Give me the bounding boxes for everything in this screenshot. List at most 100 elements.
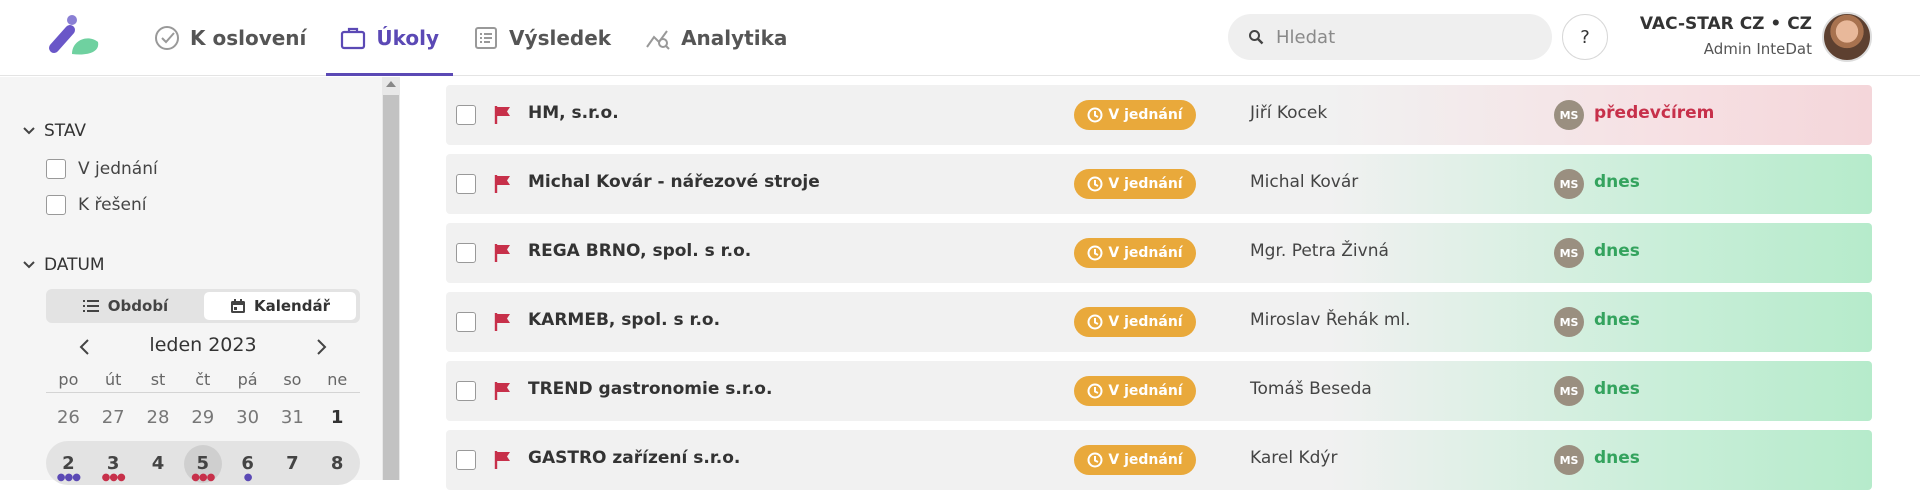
clock-icon [1087,245,1103,261]
calendar-day[interactable]: 30 [225,407,270,428]
task-company[interactable]: TREND gastronomie s.r.o. [528,379,772,399]
task-row[interactable]: GASTRO zařízení s.r.o. V jednání Karel K… [446,430,1872,490]
task-row[interactable]: HM, s.r.o. V jednání Jiří Kocek MS přede… [446,85,1872,145]
status-badge: V jednání [1074,445,1196,475]
task-company[interactable]: GASTRO zařízení s.r.o. [528,448,740,468]
event-dots: ●●● [191,471,215,483]
weekday-row: po út st čt pá so ne [46,367,360,393]
row-checkbox[interactable] [456,174,476,194]
task-row[interactable]: TREND gastronomie s.r.o. V jednání Tomáš… [446,361,1872,421]
search-input[interactable] [1276,26,1536,48]
toggle-label: Kalendář [254,297,330,315]
calendar-week: 26 27 28 29 30 31 1 [46,393,360,441]
owner-avatar: MS [1554,307,1584,337]
task-company[interactable]: Michal Kovár - nářezové stroje [528,172,820,192]
task-row[interactable]: Michal Kovár - nářezové stroje V jednání… [446,154,1872,214]
status-label: V jednání [1108,245,1183,261]
list-icon [82,300,99,312]
owner-avatar: MS [1554,100,1584,130]
task-company[interactable]: KARMEB, spol. s r.o. [528,310,720,330]
weekday-label: pá [237,370,258,389]
search-box[interactable] [1228,14,1552,60]
section-title-stav: STAV [44,121,87,141]
checkbox[interactable] [46,159,66,179]
user-info[interactable]: VAC-STAR CZ • CZ Admin InteDat [1640,14,1812,58]
help-button[interactable]: ? [1562,14,1608,60]
calendar-day[interactable]: 3 ●●● [91,452,136,483]
day-number: 6 [241,452,254,474]
clock-icon [1087,452,1103,468]
status-badge: V jednání [1074,238,1196,268]
checkbox[interactable] [46,195,66,215]
calendar-week-selected: 2 ●●● 3 ●●● 4 5 ●●● 6 ● 7 8 [46,441,360,485]
filter-k-reseni[interactable]: K řešení [46,195,146,215]
event-dots: ●●● [101,471,126,483]
calendar-day[interactable]: 29 [180,407,225,428]
row-checkbox[interactable] [456,312,476,332]
calendar-day[interactable]: 31 [270,407,315,428]
weekday-label: čt [195,370,211,389]
calendar-day[interactable]: 27 [91,407,136,428]
calendar-day[interactable]: 8 [315,453,360,474]
weekday-label: po [58,370,79,389]
event-dots: ● [243,471,253,483]
nav-vysledek[interactable]: Výsledek [459,0,625,76]
task-row[interactable]: KARMEB, spol. s r.o. V jednání Miroslav … [446,292,1872,352]
sidebar-scrollbar[interactable] [382,77,400,480]
chevron-right-icon[interactable] [314,338,328,356]
calendar-day[interactable]: 26 [46,407,91,428]
flag-icon [494,382,510,400]
task-list: HM, s.r.o. V jednání Jiří Kocek MS přede… [400,77,1920,490]
calendar-day[interactable]: 7 [270,453,315,474]
list-icon [475,27,498,49]
weekday-label: ne [327,370,348,389]
weekday-label: so [283,370,302,389]
owner-avatar: MS [1554,376,1584,406]
app-logo[interactable] [48,14,104,60]
scroll-up-arrow-icon[interactable] [386,81,396,87]
status-label: V jednání [1108,176,1183,192]
nav-k-osloveni[interactable]: K oslovení [140,0,320,76]
task-contact: Jiří Kocek [1250,103,1328,123]
calendar-day[interactable]: 4 [136,453,181,474]
stav-section-toggle[interactable]: STAV [22,121,86,141]
analytics-icon [646,30,670,50]
task-contact: Tomáš Beseda [1250,379,1372,399]
task-company[interactable]: REGA BRNO, spol. s r.o. [528,241,751,261]
status-label: V jednání [1108,314,1183,330]
calendar-day[interactable]: 6 ● [225,452,270,483]
nav-label: K oslovení [190,26,307,50]
flag-icon [494,244,510,262]
task-due: dnes [1594,241,1640,261]
toggle-label: Období [107,297,169,315]
row-checkbox[interactable] [456,105,476,125]
row-checkbox[interactable] [456,381,476,401]
status-badge: V jednání [1074,100,1196,130]
calendar-header: leden 2023 [46,334,360,362]
top-bar: K oslovení Úkoly Výsledek Analytika Hled… [0,0,1920,76]
task-due: předevčírem [1594,103,1715,123]
task-contact: Miroslav Řehák ml. [1250,310,1411,330]
task-row[interactable]: REGA BRNO, spol. s r.o. V jednání Mgr. P… [446,223,1872,283]
nav-analytika[interactable]: Analytika [631,0,801,76]
task-contact: Mgr. Petra Živná [1250,241,1389,261]
row-checkbox[interactable] [456,450,476,470]
calendar-day[interactable]: 2 ●●● [46,453,91,483]
task-company[interactable]: HM, s.r.o. [528,103,619,123]
avatar[interactable] [1822,12,1872,62]
toggle-kalendar[interactable]: Kalendář [204,292,356,320]
scrollbar-thumb[interactable] [383,95,399,480]
day-number: 3 [106,452,120,474]
calendar-day[interactable]: 28 [136,407,181,428]
nav-ukoly[interactable]: Úkoly [326,0,453,76]
toggle-obdobi[interactable]: Období [50,292,200,320]
briefcase-icon [341,27,366,50]
clock-icon [1087,383,1103,399]
filter-v-jednani[interactable]: V jednání [46,159,158,179]
date-mode-toggle: Období Kalendář [46,289,360,323]
datum-section-toggle[interactable]: DATUM [22,255,105,275]
calendar-day-selected[interactable]: 5 ●●● [180,444,225,483]
row-checkbox[interactable] [456,243,476,263]
calendar-day[interactable]: 1 [315,407,360,428]
status-label: V jednání [1108,383,1183,399]
